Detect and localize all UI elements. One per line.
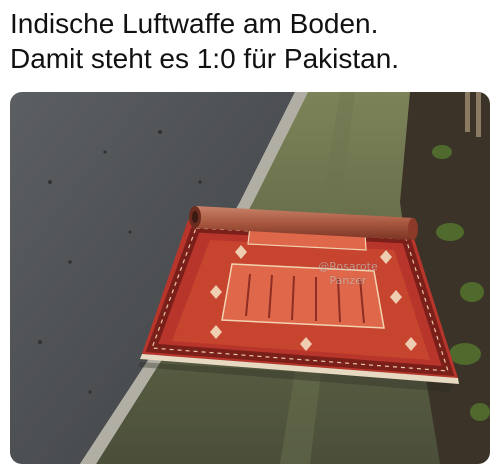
photo-watermark: @Rosarote Panzer: [308, 260, 388, 288]
meme-photo: @Rosarote Panzer: [10, 92, 490, 464]
meme-caption: Indische Luftwaffe am Boden. Damit steht…: [10, 6, 496, 76]
watermark-line-1: @Rosarote: [318, 260, 378, 273]
caption-line-1: Indische Luftwaffe am Boden.: [10, 8, 379, 39]
caption-line-2: Damit steht es 1:0 für Pakistan.: [10, 43, 400, 74]
meme-post: Indische Luftwaffe am Boden. Damit steht…: [0, 0, 500, 470]
photo-scene: [10, 92, 490, 464]
watermark-line-2: Panzer: [329, 274, 367, 287]
